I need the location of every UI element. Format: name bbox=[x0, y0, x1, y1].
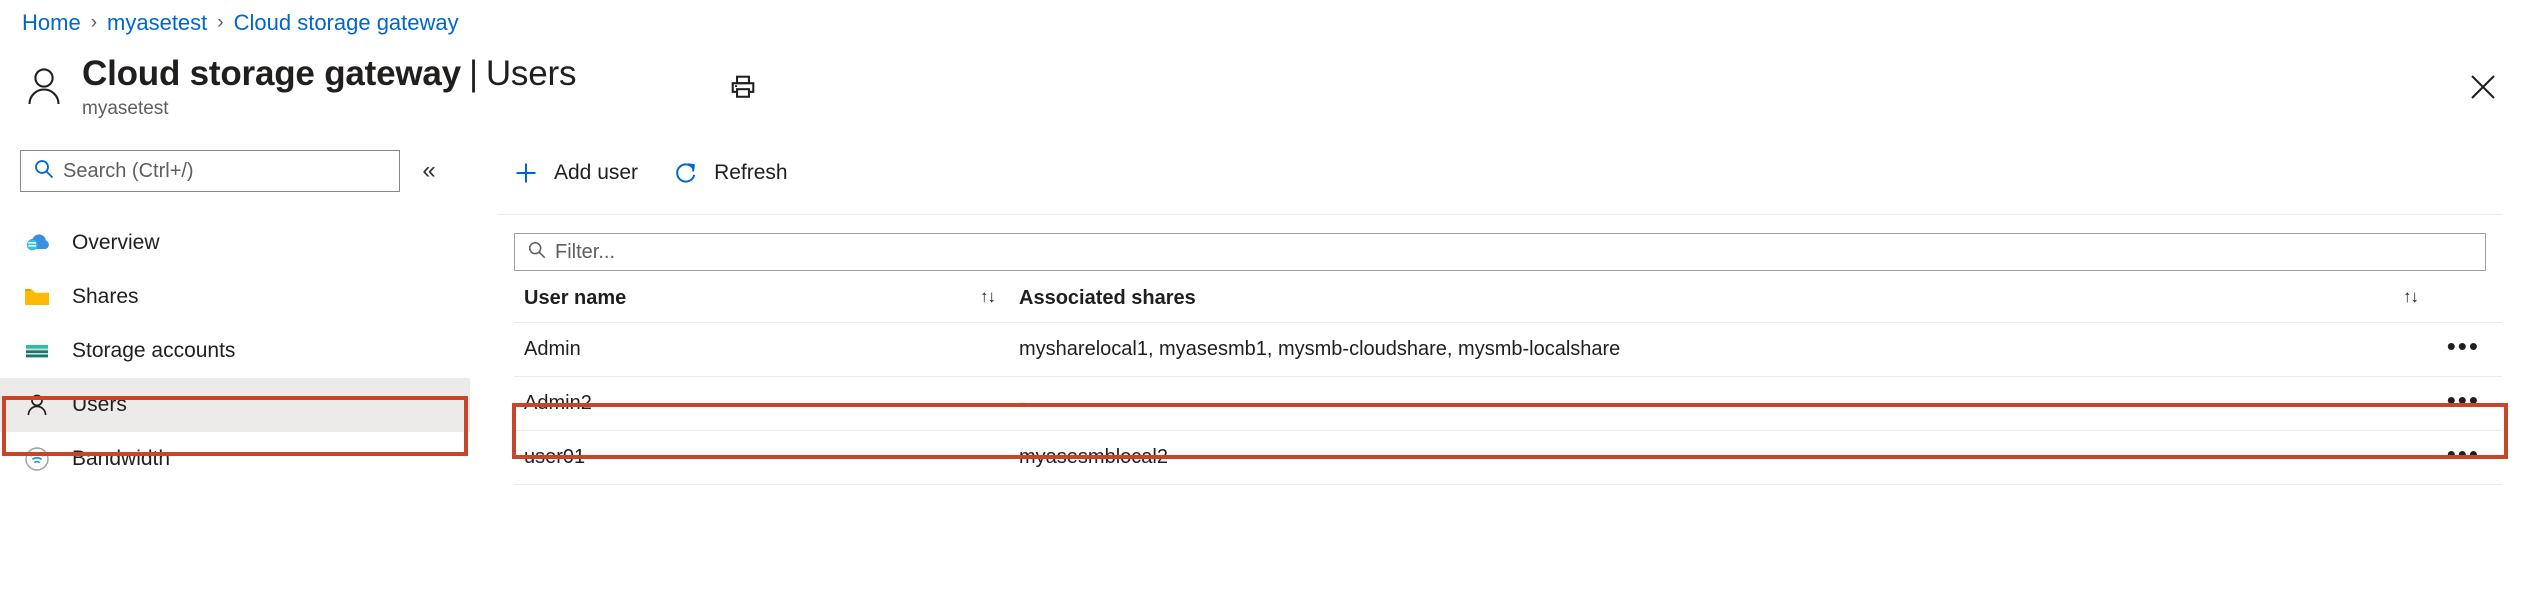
page-title-section: Users bbox=[485, 54, 577, 93]
sidebar-item-label: Storage accounts bbox=[72, 339, 236, 362]
sidebar-item-bandwidth[interactable]: Bandwidth bbox=[0, 432, 470, 486]
search-input[interactable] bbox=[63, 159, 399, 183]
table-row[interactable]: Admin2 - ••• bbox=[514, 376, 2502, 431]
sort-icon[interactable]: ↑↓ bbox=[2403, 287, 2419, 307]
cell-row-actions: ••• bbox=[2432, 376, 2502, 431]
breadcrumb-item-home[interactable]: Home bbox=[22, 10, 81, 36]
row-context-menu-icon[interactable]: ••• bbox=[2447, 385, 2480, 415]
page-title-group: Cloud storage gateway | Users myasetest bbox=[82, 52, 576, 120]
column-header-label: Associated shares bbox=[1019, 287, 1196, 309]
close-icon[interactable] bbox=[2464, 68, 2502, 106]
command-toolbar: Add user Refresh bbox=[498, 150, 2502, 196]
column-header-user-name[interactable]: User name ↑↓ bbox=[514, 271, 1009, 323]
bandwidth-icon bbox=[22, 444, 52, 474]
printer-icon[interactable] bbox=[726, 70, 760, 104]
column-header-associated-shares[interactable]: Associated shares ↑↓ bbox=[1009, 271, 2432, 323]
blade-content: Add user Refresh Filter... User name ↑↓ … bbox=[498, 150, 2502, 485]
sidebar-item-label: Bandwidth bbox=[72, 447, 171, 470]
breadcrumb-item-cloud-storage-gateway[interactable]: Cloud storage gateway bbox=[234, 10, 459, 36]
refresh-label: Refresh bbox=[714, 161, 788, 184]
breadcrumb-separator-icon: › bbox=[217, 12, 224, 33]
blade-sidebar: « Overview bbox=[0, 150, 470, 486]
page-title-separator: | bbox=[468, 54, 478, 93]
storage-account-icon bbox=[22, 336, 52, 366]
table-row[interactable]: user01 myasesmblocal2 ••• bbox=[514, 430, 2502, 485]
breadcrumb: Home › myasetest › Cloud storage gateway bbox=[22, 10, 459, 36]
sidebar-item-shares[interactable]: Shares bbox=[0, 270, 470, 324]
cell-associated-shares: mysharelocal1, myasesmb1, mysmb-cloudsha… bbox=[1009, 322, 2432, 377]
add-user-button[interactable]: Add user bbox=[512, 159, 638, 187]
cloud-icon bbox=[22, 228, 52, 258]
search-icon bbox=[527, 240, 547, 265]
sidebar-search-row: « bbox=[0, 150, 470, 192]
add-user-label: Add user bbox=[554, 161, 639, 184]
cell-row-actions: ••• bbox=[2432, 430, 2502, 485]
search-box[interactable] bbox=[20, 150, 400, 192]
sidebar-item-label: Users bbox=[72, 393, 127, 416]
breadcrumb-item-myasetest[interactable]: myasetest bbox=[107, 10, 207, 36]
page-title-main: Cloud storage gateway bbox=[82, 54, 461, 93]
sidebar-nav-list: Overview Shares Storage accounts Users B… bbox=[0, 216, 470, 486]
table-row[interactable]: Admin mysharelocal1, myasesmb1, mysmb-cl… bbox=[514, 322, 2502, 377]
user-outline-icon bbox=[22, 64, 66, 108]
user-icon bbox=[22, 390, 52, 420]
column-header-label: User name bbox=[524, 287, 627, 309]
sidebar-item-overview[interactable]: Overview bbox=[0, 216, 470, 270]
refresh-icon bbox=[672, 159, 700, 187]
sidebar-item-label: Shares bbox=[72, 285, 139, 308]
users-table: User name ↑↓ Associated shares ↑↓ Admin … bbox=[514, 271, 2502, 485]
cell-associated-shares: - bbox=[1009, 376, 2432, 431]
azure-portal-blade: Home › myasetest › Cloud storage gateway… bbox=[0, 0, 2524, 589]
sidebar-item-users[interactable]: Users bbox=[0, 378, 470, 432]
folder-icon bbox=[22, 282, 52, 312]
row-context-menu-icon[interactable]: ••• bbox=[2447, 331, 2480, 361]
table-header-row: User name ↑↓ Associated shares ↑↓ bbox=[514, 271, 2502, 323]
column-header-actions bbox=[2432, 271, 2502, 323]
row-context-menu-icon[interactable]: ••• bbox=[2447, 439, 2480, 469]
page-title: Cloud storage gateway | Users bbox=[82, 52, 576, 96]
sidebar-item-label: Overview bbox=[72, 231, 160, 254]
filter-row bbox=[498, 215, 2502, 271]
sort-icon[interactable]: ↑↓ bbox=[980, 287, 996, 307]
page-subtitle: myasetest bbox=[82, 98, 169, 119]
refresh-button[interactable]: Refresh bbox=[672, 159, 788, 187]
plus-icon bbox=[512, 159, 540, 187]
sidebar-item-storage-accounts[interactable]: Storage accounts bbox=[0, 324, 470, 378]
search-icon bbox=[33, 158, 55, 185]
breadcrumb-separator-icon: › bbox=[90, 12, 98, 33]
blade-header: Cloud storage gateway | Users myasetest bbox=[0, 48, 2524, 124]
filter-box[interactable] bbox=[514, 233, 2486, 271]
cell-user-name: Admin bbox=[514, 322, 1009, 377]
cell-associated-shares: myasesmblocal2 bbox=[1009, 430, 2432, 485]
collapse-sidebar-chevron-icon[interactable]: « bbox=[414, 156, 444, 186]
cell-user-name: user01 bbox=[514, 430, 1009, 485]
filter-input[interactable] bbox=[555, 240, 2485, 264]
cell-row-actions: ••• bbox=[2432, 322, 2502, 377]
cell-user-name: Admin2 bbox=[514, 376, 1009, 431]
